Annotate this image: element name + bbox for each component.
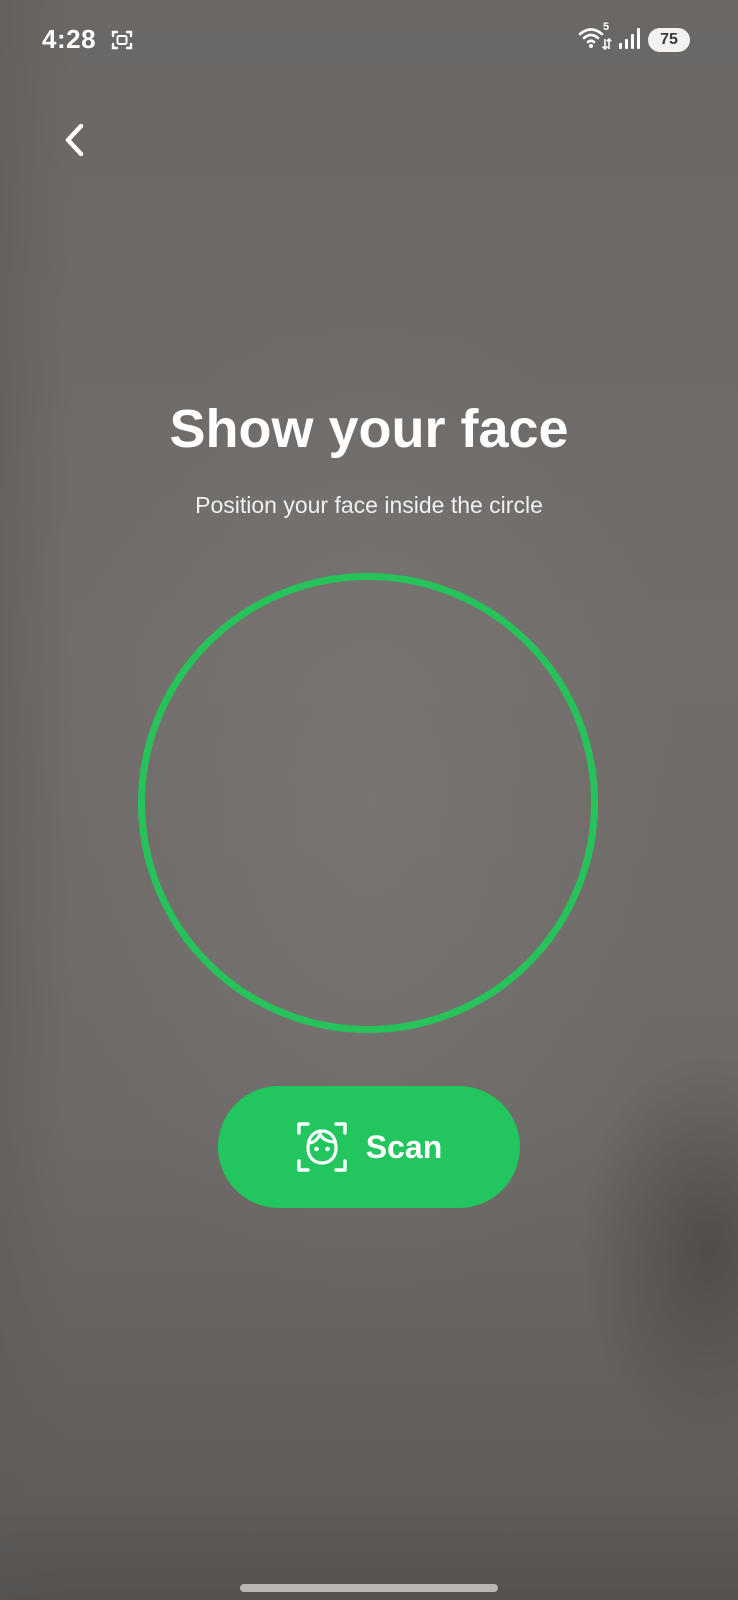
status-bar: 4:28 5 75 [0,0,738,80]
screenshot-icon [110,28,134,52]
wifi-superscript: 5 [603,20,610,33]
status-right-icons: 5 75 [578,21,690,56]
status-time: 4:28 [42,24,97,54]
signal-icon [618,26,642,55]
home-indicator[interactable] [240,1584,498,1592]
chevron-left-icon [65,123,84,157]
page-title: Show your face [169,399,569,459]
face-guide-circle [138,573,598,1033]
battery-icon: 75 [648,28,690,52]
scan-button[interactable]: Scan [218,1086,520,1208]
scan-button-label: Scan [365,1128,443,1165]
back-button[interactable] [50,112,98,168]
face-scan-icon [297,1122,347,1172]
page-subtitle: Position your face inside the circle [195,492,543,518]
wifi-icon: 5 [578,21,612,56]
